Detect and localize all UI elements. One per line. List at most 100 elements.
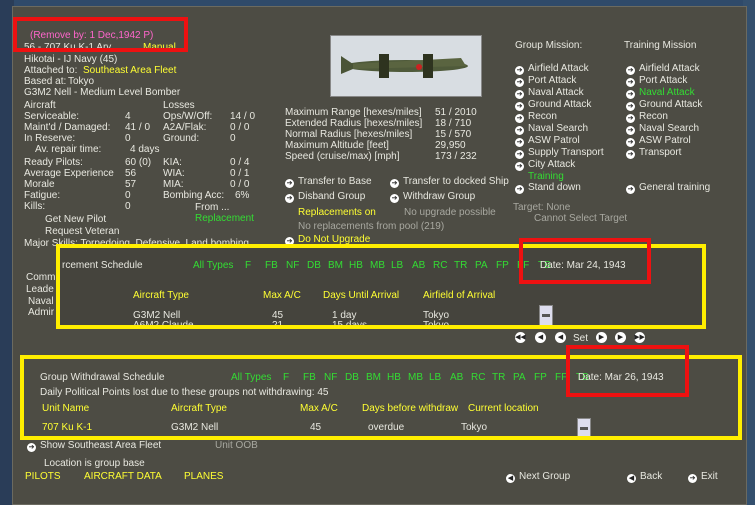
arrow-right-icon: ➔ — [285, 194, 294, 203]
arrow-right-icon: ➔ — [626, 185, 635, 194]
replacements-on-toggle[interactable]: Replacements on — [298, 207, 376, 219]
bombing-acc-value: 6% — [235, 190, 250, 201]
next-icon[interactable]: ▶ — [596, 332, 607, 343]
spec-value: 173 / 232 — [435, 151, 477, 162]
transfer-to-base-button[interactable]: ➔ Transfer to Base — [285, 176, 372, 188]
mission-label: Ground Attack — [528, 99, 592, 110]
show-fleet-button[interactable]: ➔ Show Southeast Area Fleet — [27, 440, 161, 452]
arrow-right-icon: ➔ — [626, 90, 635, 99]
mission-label: Recon — [528, 111, 557, 122]
arrow-right-icon: ➔ — [515, 126, 524, 135]
pilots-link[interactable]: PILOTS — [25, 471, 61, 483]
group-mission-item[interactable]: ➔ Naval Attack — [515, 87, 584, 99]
training-mission-item[interactable]: ➔ ASW Patrol — [626, 135, 691, 147]
transfer-to-ship-button[interactable]: ➔ Transfer to docked Ship — [390, 176, 509, 188]
aircraft-data-link[interactable]: AIRCRAFT DATA — [84, 471, 162, 483]
get-new-pilot-button[interactable]: Get New Pilot — [45, 214, 106, 226]
mission-label: Stand down — [528, 182, 581, 193]
arrow-right-icon: ➔ — [515, 78, 524, 87]
arrow-right-icon: ➔ — [626, 150, 635, 159]
group-mission-title: Group Mission: — [515, 40, 583, 51]
no-replacements-text: No replacements from pool (219) — [298, 221, 445, 232]
group-mission-item[interactable]: ➔ Stand down — [515, 182, 581, 194]
group-mission-item[interactable]: ➔ Airfield Attack — [515, 63, 589, 75]
arrow-right-icon: ➔ — [515, 114, 524, 123]
repair-label: Av. repair time: — [35, 144, 102, 155]
highlight-remove-by — [13, 17, 188, 52]
arrow-right-icon: ➔ — [515, 162, 524, 171]
training-mission-item[interactable]: ➔ General training — [626, 182, 710, 194]
mission-label: Naval Attack — [639, 87, 695, 98]
highlight-withdrawal-date — [566, 345, 689, 397]
training-mission-title: Training Mission — [624, 40, 697, 51]
arrow-right-icon: ➔ — [626, 66, 635, 75]
training-mission-item[interactable]: ➔ Naval Search — [626, 123, 699, 135]
arrow-right-icon: ➔ — [626, 102, 635, 111]
exit-button[interactable]: ➔ Exit — [688, 471, 718, 483]
group-mission-item[interactable]: ➔ City Attack — [515, 159, 575, 171]
training-mission-item[interactable]: ➔ Recon — [626, 111, 668, 123]
arrow-right-icon: ➔ — [515, 66, 524, 75]
request-veteran-button[interactable]: Request Veteran — [45, 226, 120, 238]
disband-group-button[interactable]: ➔ Disband Group — [285, 191, 365, 203]
next-group-button[interactable]: ◀ Next Group — [506, 471, 570, 483]
rewind-fast-icon[interactable]: ◀◀ — [515, 332, 526, 343]
ground-loss-value: 0 — [230, 133, 236, 144]
forward-icon[interactable]: ▶ — [615, 332, 626, 343]
withdraw-group-button[interactable]: ➔ Withdraw Group — [390, 191, 475, 203]
mission-label: Airfield Attack — [528, 63, 589, 74]
group-mission-item[interactable]: ➔ Naval Search — [515, 123, 588, 135]
mission-label: General training — [639, 182, 711, 193]
group-mission-item[interactable]: ➔ Supply Transport — [515, 147, 604, 159]
mission-label: ASW Patrol — [528, 135, 580, 146]
training-mission-item[interactable]: ➔ Transport — [626, 147, 681, 159]
arrow-right-icon: ➔ — [515, 138, 524, 147]
arrow-right-icon: ➔ — [390, 179, 399, 188]
group-mission-item[interactable]: ➔ ASW Patrol — [515, 135, 580, 147]
aircraft-model: G3M2 Nell - Medium Level Bomber — [24, 87, 181, 98]
replacement-button[interactable]: Replacement — [195, 213, 254, 225]
group-mission-item[interactable]: ➔ Port Attack — [515, 75, 576, 87]
unit-oob-button[interactable]: Unit OOB — [215, 440, 258, 452]
arrow-right-icon: ➔ — [515, 90, 524, 99]
side-label-admir: Admir — [28, 307, 55, 318]
arrow-left-icon: ◀ — [506, 474, 515, 483]
back-button[interactable]: ◀ Back — [627, 471, 662, 483]
arrow-right-icon: ➔ — [515, 150, 524, 159]
mission-label: Port Attack — [639, 75, 688, 86]
mission-label: Transport — [639, 147, 682, 158]
aircraft-image — [330, 35, 482, 97]
mission-label: ASW Patrol — [639, 135, 691, 146]
ground-loss-label: Ground: — [163, 133, 200, 144]
rewind-icon[interactable]: ◀ — [535, 332, 546, 343]
kills-value: 0 — [125, 201, 131, 212]
group-mission-item[interactable]: ➔ Ground Attack — [515, 99, 591, 111]
arrow-right-icon: ➔ — [515, 185, 524, 194]
kills-label: Kills: — [24, 201, 46, 212]
set-date-label[interactable]: Set — [573, 333, 588, 345]
arrow-right-icon: ➔ — [515, 102, 524, 111]
mission-label: Naval Search — [528, 123, 589, 134]
group-mission-item[interactable]: ➔ Recon — [515, 111, 557, 123]
spec-label: Speed (cruise/max) [mph] — [285, 151, 400, 162]
training-mission-item[interactable]: ➔ Ground Attack — [626, 99, 702, 111]
attached-value[interactable]: Southeast Area Fleet — [83, 65, 176, 77]
mission-label: Naval Attack — [528, 87, 584, 98]
forward-fast-icon[interactable]: ▶▶ — [634, 332, 645, 343]
mission-label: Port Attack — [528, 75, 577, 86]
no-upgrade-text: No upgrade possible — [404, 207, 496, 218]
arrow-right-icon: ➔ — [626, 126, 635, 135]
mission-label: Airfield Attack — [639, 63, 700, 74]
mission-label: Supply Transport — [528, 147, 604, 158]
location-note: Location is group base — [44, 458, 145, 469]
arrow-right-icon: ➔ — [27, 443, 36, 452]
side-label-leade: Leade — [26, 284, 54, 295]
prev-icon[interactable]: ◀ — [555, 332, 566, 343]
arrow-right-icon: ➔ — [688, 474, 697, 483]
training-mission-item[interactable]: ➔ Naval Attack — [626, 87, 695, 99]
planes-link[interactable]: PLANES — [184, 471, 223, 483]
mission-label: Naval Search — [639, 123, 700, 134]
training-mission-item[interactable]: ➔ Port Attack — [626, 75, 687, 87]
training-mission-item[interactable]: ➔ Airfield Attack — [626, 63, 700, 75]
repair-value: 4 days — [130, 144, 160, 155]
